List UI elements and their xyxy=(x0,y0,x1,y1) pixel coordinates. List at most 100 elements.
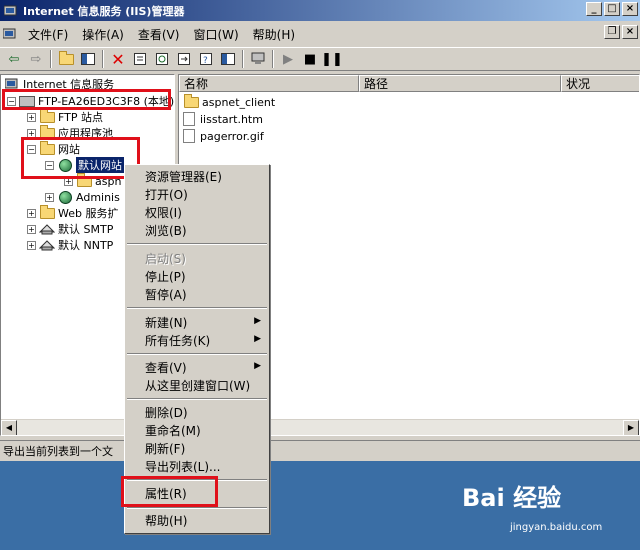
tree-label: 默认 SMTP xyxy=(58,223,114,236)
folder-icon xyxy=(39,108,55,124)
close-button[interactable]: × xyxy=(622,2,638,16)
minimize-button[interactable]: _ xyxy=(586,2,602,16)
tree-item-smtp[interactable]: + 默认 SMTP xyxy=(27,221,113,237)
menu-separator xyxy=(127,398,267,400)
file-icon xyxy=(183,112,195,126)
scroll-left-icon[interactable]: ◀ xyxy=(1,420,17,435)
up-folder-icon[interactable] xyxy=(55,49,77,69)
column-header-name[interactable]: 名称 xyxy=(179,75,359,92)
menu-item-all-tasks[interactable]: 所有任务(K) ▶ xyxy=(127,331,267,349)
context-menu: 资源管理器(E) 打开(O) 权限(I) 浏览(B) 启动(S) 停止(P) 暂… xyxy=(124,164,270,534)
refresh-icon[interactable] xyxy=(151,49,173,69)
scroll-right-icon[interactable]: ▶ xyxy=(623,420,639,435)
expand-toggle-icon[interactable]: + xyxy=(27,128,36,138)
file-icon xyxy=(183,129,195,143)
tree-label: Web 服务扩 xyxy=(58,207,119,220)
title-bar: Internet 信息服务 (IIS)管理器 _ □ × xyxy=(0,0,640,21)
console-icon[interactable] xyxy=(2,27,18,41)
menu-item-help[interactable]: 帮助(H) xyxy=(127,511,267,529)
start-icon[interactable]: ▶ xyxy=(277,49,299,69)
expand-toggle-icon[interactable]: + xyxy=(64,176,73,186)
stop-icon[interactable]: ■ xyxy=(299,49,321,69)
show-tree-icon[interactable] xyxy=(77,49,99,69)
forward-arrow-icon[interactable]: ⇨ xyxy=(25,49,47,69)
tree-item-aspnet[interactable]: + aspn xyxy=(64,172,121,189)
status-bar: 导出当前列表到一个文 xyxy=(0,440,640,460)
tree-item-server[interactable]: − FTP-EA26ED3C3F8 (本地) xyxy=(7,93,174,109)
menu-view[interactable]: 查看(V) xyxy=(131,24,187,44)
tree-label: Internet 信息服务 xyxy=(23,78,115,91)
menu-item-rename[interactable]: 重命名(M) xyxy=(127,421,267,439)
computer-icon[interactable] xyxy=(247,49,269,69)
menu-item-browse[interactable]: 浏览(B) xyxy=(127,221,267,239)
tree-item-ftp-sites[interactable]: + FTP 站点 xyxy=(27,108,103,125)
expand-toggle-icon[interactable]: + xyxy=(27,112,36,122)
collapse-toggle-icon[interactable]: − xyxy=(45,160,54,170)
mdi-close-button[interactable]: × xyxy=(622,25,638,39)
maximize-button[interactable]: □ xyxy=(604,2,620,16)
menu-separator xyxy=(127,507,267,509)
tree-item-websites[interactable]: − 网站 xyxy=(27,140,80,157)
tree-item-iis-root[interactable]: Internet 信息服务 xyxy=(4,76,114,92)
help-icon[interactable]: ? xyxy=(195,49,217,69)
expand-toggle-icon[interactable]: + xyxy=(27,240,36,250)
menu-item-explorer[interactable]: 资源管理器(E) xyxy=(127,167,267,185)
smtp-server-icon xyxy=(39,222,55,236)
tree-item-app-pools[interactable]: + 应用程序池 xyxy=(27,124,113,141)
mdi-restore-button[interactable]: ❐ xyxy=(604,25,620,39)
mmc-console-icon[interactable] xyxy=(217,49,239,69)
list-item[interactable]: iisstart.htm xyxy=(183,111,263,127)
menu-window[interactable]: 窗口(W) xyxy=(186,24,245,44)
menu-help[interactable]: 帮助(H) xyxy=(246,24,302,44)
globe-icon xyxy=(57,190,73,204)
status-text: 导出当前列表到一个文 xyxy=(3,444,113,458)
iis-app-icon xyxy=(3,4,19,18)
menu-action[interactable]: 操作(A) xyxy=(75,24,131,44)
menu-item-permissions[interactable]: 权限(I) xyxy=(127,203,267,221)
tree-item-default-site[interactable]: − 默认网站 xyxy=(45,157,124,173)
menu-item-pause[interactable]: 暂停(A) xyxy=(127,285,267,303)
toolbar: ⇦ ⇨ ✕ ? ▶ ■ ❚❚ xyxy=(0,47,640,71)
column-header-status[interactable]: 状况 xyxy=(561,75,639,92)
iis-manager-window: Internet 信息服务 (IIS)管理器 _ □ × 文件(F) 操作(A)… xyxy=(0,0,640,461)
menu-item-delete[interactable]: 删除(D) xyxy=(127,403,267,421)
server-icon xyxy=(19,94,35,108)
folder-icon xyxy=(39,124,55,140)
collapse-toggle-icon[interactable]: − xyxy=(27,144,36,154)
menu-item-new[interactable]: 新建(N) ▶ xyxy=(127,313,267,331)
tree-label: 应用程序池 xyxy=(58,127,113,140)
menu-item-stop[interactable]: 停止(P) xyxy=(127,267,267,285)
list-item[interactable]: aspnet_client xyxy=(183,93,275,110)
folder-icon xyxy=(76,172,92,188)
menu-item-refresh[interactable]: 刷新(F) xyxy=(127,439,267,457)
menu-item-export[interactable]: 导出列表(L)... xyxy=(127,457,267,475)
menu-item-start[interactable]: 启动(S) xyxy=(127,249,267,267)
expand-toggle-icon[interactable]: + xyxy=(45,192,54,202)
back-arrow-icon[interactable]: ⇦ xyxy=(3,49,25,69)
watermark-url: jingyan.baidu.com xyxy=(510,522,603,533)
tree-label: Adminis xyxy=(76,190,120,204)
menu-item-properties[interactable]: 属性(R) xyxy=(127,484,267,502)
submenu-arrow-icon: ▶ xyxy=(254,361,261,371)
tree-label: FTP 站点 xyxy=(58,111,103,124)
tree-item-admin-site[interactable]: + Adminis xyxy=(45,189,120,205)
expand-toggle-icon[interactable]: + xyxy=(27,208,36,218)
tree-item-web-extensions[interactable]: + Web 服务扩 xyxy=(27,204,119,221)
menu-item-open[interactable]: 打开(O) xyxy=(127,185,267,203)
toolbar-separator xyxy=(50,50,52,68)
expand-toggle-icon[interactable]: + xyxy=(27,224,36,234)
list-item[interactable]: pagerror.gif xyxy=(183,128,264,144)
menu-separator xyxy=(127,479,267,481)
tree-item-nntp[interactable]: + 默认 NNTP xyxy=(27,237,113,253)
menu-item-view[interactable]: 查看(V) ▶ xyxy=(127,358,267,376)
folder-icon xyxy=(39,204,55,220)
menu-item-new-window[interactable]: 从这里创建窗口(W) xyxy=(127,376,267,394)
menu-file[interactable]: 文件(F) xyxy=(21,24,75,44)
collapse-toggle-icon[interactable]: − xyxy=(7,96,16,106)
pause-icon[interactable]: ❚❚ xyxy=(321,49,343,69)
column-header-path[interactable]: 路径 xyxy=(359,75,561,92)
export-list-icon[interactable] xyxy=(173,49,195,69)
delete-icon[interactable]: ✕ xyxy=(107,49,129,69)
watermark: Bai 经验 jingyan.baidu.com xyxy=(462,478,622,543)
properties-icon[interactable] xyxy=(129,49,151,69)
